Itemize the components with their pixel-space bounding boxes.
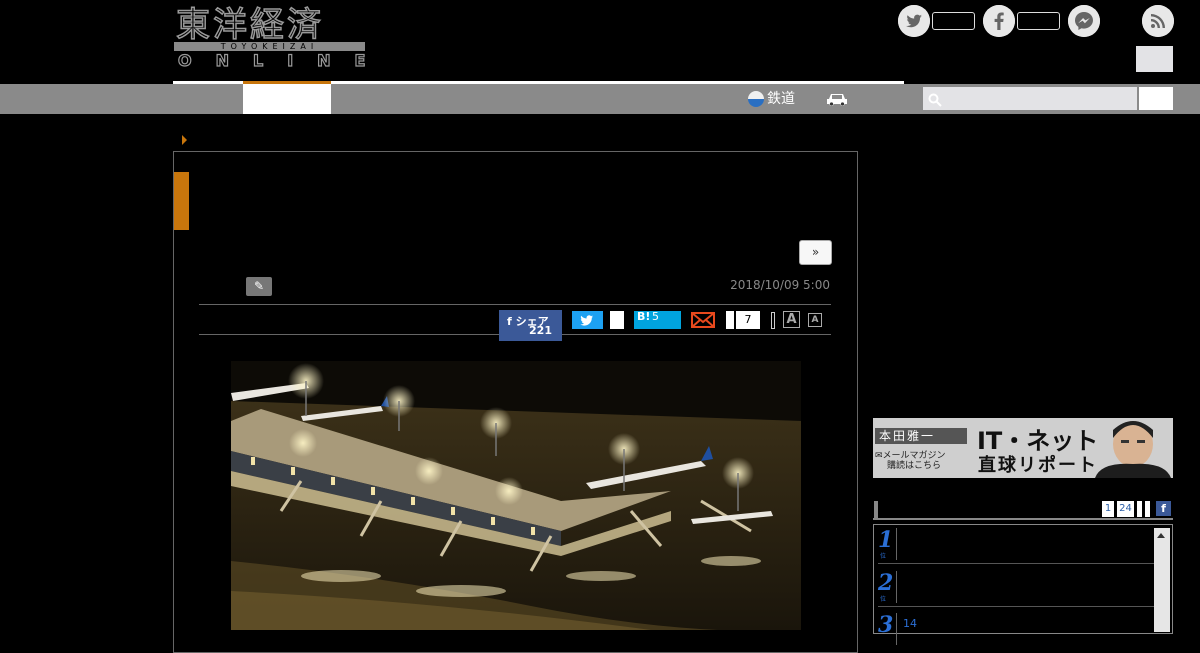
rank-suffix: 位 (880, 596, 887, 603)
hatena-bookmark-button[interactable]: B! 5 (634, 310, 681, 329)
mail-icon: ✉ (875, 451, 883, 461)
next-page-button[interactable]: » (799, 240, 832, 265)
ranking-scrollbar[interactable] (1154, 528, 1170, 632)
article-photo (231, 361, 801, 630)
title-accent-bar (174, 172, 189, 230)
hatena-count: 5 (652, 310, 659, 323)
rss-icon[interactable] (1142, 5, 1174, 37)
search-input[interactable] (923, 87, 1137, 110)
twitter-icon[interactable] (898, 5, 930, 37)
publish-date: 2018/10/09 5:00 (730, 278, 830, 292)
rank-number: 2 (878, 570, 894, 596)
rank-suffix: 位 (880, 553, 887, 560)
comment-count[interactable]: 7 (736, 311, 760, 329)
ranking-tab-24[interactable]: 24 (1117, 501, 1134, 517)
nav-tab-active[interactable] (243, 84, 331, 114)
divider (199, 304, 831, 305)
twitter-share-button[interactable] (572, 311, 603, 329)
ranking-tab-extra[interactable] (1145, 501, 1150, 517)
hatena-label: B! (637, 310, 651, 323)
car-icon[interactable] (826, 91, 848, 106)
logo-english[interactable]: ONLINE (177, 50, 389, 71)
train-icon (748, 91, 764, 107)
ranking-facebook-icon[interactable]: f (1156, 501, 1171, 516)
ranking-header-accent (874, 501, 878, 518)
nav-item-railway[interactable]: 鉄道 (748, 89, 795, 109)
search-button[interactable] (1139, 87, 1173, 110)
facebook-icon: f (507, 315, 512, 328)
banner-mail-line2: 購読はこちら (887, 461, 942, 471)
rank-divider (896, 528, 897, 560)
login-button[interactable] (1136, 46, 1173, 72)
ranking-tab-extra[interactable] (1137, 501, 1142, 517)
facebook-share-button[interactable]: f シェア 221 (499, 310, 562, 341)
messenger-icon[interactable] (1068, 5, 1100, 37)
rank-divider (896, 613, 897, 645)
facebook-share-count: 221 (529, 324, 552, 337)
facebook-count (1017, 12, 1060, 30)
font-size-small-button[interactable]: A (808, 313, 822, 327)
scroll-up-icon[interactable] (1157, 533, 1165, 538)
nav-item-railway-label: 鉄道 (767, 91, 795, 107)
mail-share-button[interactable] (690, 311, 716, 329)
twitter-share-count (610, 311, 624, 329)
logo-japanese[interactable]: 東洋経済 (175, 5, 324, 45)
author-icon[interactable]: ✎ (246, 277, 272, 296)
banner-author-photo (1091, 418, 1173, 478)
rank-item-text[interactable]: 14 (903, 617, 917, 630)
facebook-icon[interactable] (983, 5, 1015, 37)
breadcrumb-arrow-icon (182, 135, 187, 145)
rank-separator (878, 606, 1154, 607)
ranking-list (873, 524, 1173, 634)
search-icon (928, 92, 942, 107)
mail-magazine-banner[interactable]: 本田雅一 ✉メールマガジン 購読はこちら IT・ネット 直球リポート (873, 418, 1173, 478)
font-size-large-button[interactable]: A (783, 311, 800, 328)
rank-separator (878, 563, 1154, 564)
banner-mail-text: ✉メールマガジン 購読はこちら (875, 451, 946, 471)
twitter-count (932, 12, 975, 30)
logo-band: TOYOKEIZAI (174, 42, 365, 51)
ranking-tab-1[interactable]: 1 (1102, 501, 1114, 517)
banner-subtitle: 直球リポート (978, 455, 1098, 476)
rank-divider (896, 571, 897, 603)
font-size-divider (771, 312, 775, 329)
rank-number: 1 (878, 527, 894, 553)
banner-mail-line1: メールマガジン (882, 451, 946, 461)
comment-icon (726, 311, 734, 329)
banner-author: 本田雅一 (875, 428, 967, 444)
rank-number: 3 (878, 612, 894, 638)
